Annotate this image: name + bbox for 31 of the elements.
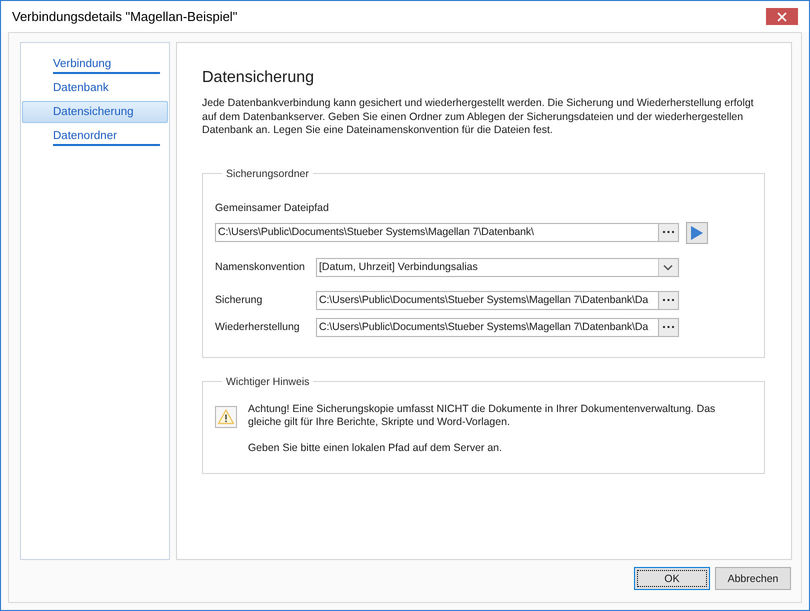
dialog-button[interactable]: Abbrechen (715, 567, 791, 590)
ellipsis-icon (663, 231, 674, 234)
play-button[interactable] (686, 222, 708, 244)
play-icon (691, 226, 703, 240)
notice-text: Geben Sie bitte einen lokalen Pfad auf dem Server an. (248, 442, 503, 454)
ellipsis-icon (663, 326, 674, 328)
ellipsis-icon (663, 298, 674, 302)
window-title: Verbindungsdetails "Magellan-Beispiel" (12, 9, 238, 24)
path-field[interactable]: C:\Users\Public\Documents\Stueber Systems\Magellan 7\Datenbank\Da (316, 318, 659, 336)
chevron-down-icon (658, 258, 678, 276)
close-icon (777, 12, 787, 22)
field-label: Gemeinsamer Dateipfad (215, 200, 329, 214)
naming-dropdown[interactable]: [Datum, Uhrzeit] Verbindungsalias (316, 258, 679, 276)
browse-button[interactable] (658, 223, 679, 242)
group-title: Wichtiger Hinweis (225, 374, 310, 388)
close-button[interactable] (766, 8, 798, 25)
field-label: Sicherung (215, 293, 264, 307)
path-field[interactable]: C:\Users\Public\Documents\Stueber Systems\Magellan 7\Datenbank\ (215, 223, 659, 242)
browse-button[interactable] (658, 290, 679, 310)
field-label: Namenskonvention (215, 260, 306, 274)
dialog-button[interactable]: OK (634, 567, 710, 590)
warning-icon (215, 406, 237, 428)
path-field[interactable]: C:\Users\Public\Documents\Stueber Systems\Magellan 7\Datenbank\Da (316, 290, 659, 310)
notice-text: Achtung! Eine Sicherungskopie umfasst NICHT die Dokumente in Ihrer Dokumentenverwaltung. Das gleiche gilt für Ihre Berichte, Skripte und Word-Vorlagen. (248, 402, 716, 428)
page-description: Jede Datenbankverbindung kann gesichert und wiederhergestellt werden. Die Sicherung und Wiederherstellung erfolgt auf dem Datenbankserver. Geben Sie einen Ordner zum Ablegen der Sicherungsdateien und der wiederhergestellen Datenbank an. Legen Sie eine Dateinamenskonvention für die Dateien fest. (202, 97, 755, 138)
browse-button[interactable] (658, 318, 679, 336)
field-label: Wiederherstellung (215, 320, 301, 334)
sidebar-item[interactable]: Datenbank (22, 77, 168, 99)
sidebar-item[interactable]: Datensicherung (22, 101, 168, 123)
group-title: Sicherungsordner (225, 166, 310, 180)
page-heading: Datensicherung (202, 68, 314, 88)
